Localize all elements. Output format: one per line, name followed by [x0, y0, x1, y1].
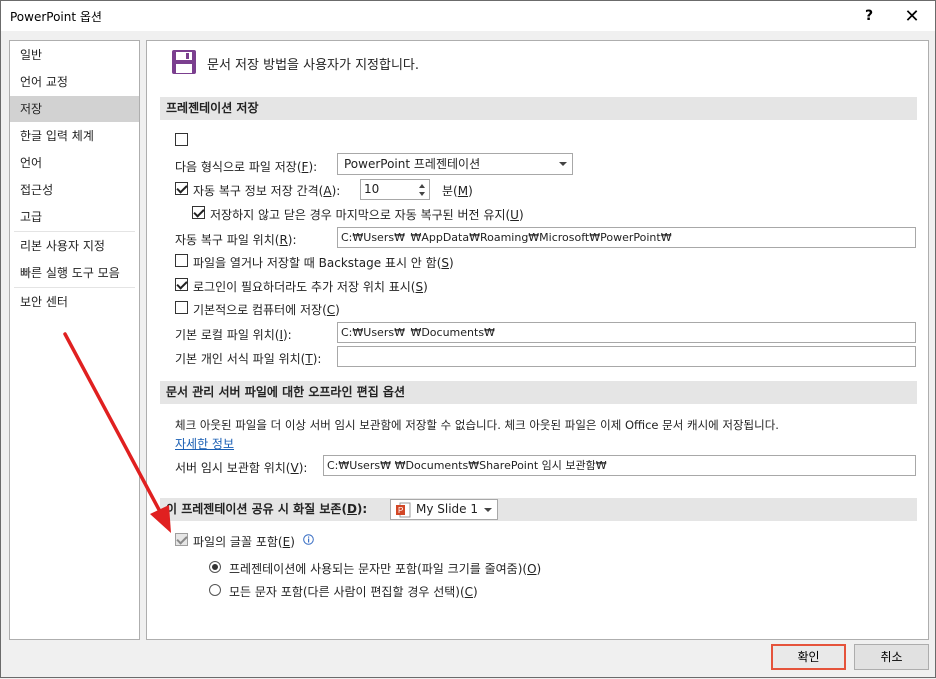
nav-item-proofing[interactable]: 언어 교정: [10, 69, 139, 95]
help-button[interactable]: ?: [847, 1, 891, 31]
local-path-input[interactable]: C:₩Users₩ ₩Documents₩: [337, 322, 916, 343]
autorecover-path-label: 자동 복구 파일 위치(R):: [175, 233, 297, 247]
save-to-computer-checkbox[interactable]: [175, 301, 188, 314]
template-path-input[interactable]: [337, 346, 916, 367]
autorecover-checkbox[interactable]: [175, 182, 188, 195]
category-nav: 일반 언어 교정 저장 한글 입력 체계 언어 접근성 고급 리본 사용자 지정…: [9, 40, 140, 640]
svg-text:P: P: [398, 506, 403, 515]
nav-item-save[interactable]: 저장: [10, 96, 139, 122]
embed-used-chars-radio[interactable]: [209, 561, 221, 573]
embed-fonts-checkbox[interactable]: [175, 533, 188, 546]
nav-item-korean-input[interactable]: 한글 입력 체계: [10, 123, 139, 149]
unlabeled-checkbox[interactable]: [175, 133, 188, 146]
section-save-presentations: 프레젠테이션 저장: [160, 97, 917, 120]
powerpoint-file-icon: P: [396, 502, 411, 518]
nav-item-accessibility[interactable]: 접근성: [10, 177, 139, 203]
minutes-label: 분(M): [442, 184, 473, 198]
additional-places-checkbox[interactable]: [175, 278, 188, 291]
no-backstage-label: 파일을 열거나 저장할 때 Backstage 표시 안 함(S): [193, 256, 454, 270]
no-backstage-checkbox[interactable]: [175, 254, 188, 267]
autorecover-minutes-value: 10: [364, 182, 380, 196]
ok-button[interactable]: 확인: [771, 644, 846, 670]
autorecover-label: 자동 복구 정보 저장 간격(A):: [193, 184, 341, 198]
save-icon: [172, 50, 196, 74]
fidelity-file-value: My Slide 1: [416, 502, 479, 516]
autorecover-path-input[interactable]: C:₩Users₩ ₩AppData₩Roaming₩Microsoft₩Pow…: [337, 227, 916, 248]
additional-places-label: 로그인이 필요하더라도 추가 저장 위치 표시(S): [193, 280, 428, 294]
nav-item-general[interactable]: 일반: [10, 42, 139, 68]
embed-used-chars-label: 프레젠테이션에 사용되는 문자만 포함(파일 크기를 줄여줌)(O): [229, 562, 542, 576]
options-dialog: PowerPoint 옵션 ? ✕ 일반 언어 교정 저장 한글 입력 체계 언…: [0, 0, 936, 678]
fidelity-file-dropdown[interactable]: P My Slide 1: [390, 499, 498, 520]
local-path-label: 기본 로컬 파일 위치(I):: [175, 328, 292, 342]
chevron-down-icon: [484, 508, 492, 512]
nav-item-language[interactable]: 언어: [10, 150, 139, 176]
drafts-path-input[interactable]: C:₩Users₩ ₩Documents₩SharePoint 임시 보관함₩: [323, 455, 916, 476]
page-header: 문서 저장 방법을 사용자가 지정합니다.: [207, 58, 420, 73]
window-title: PowerPoint 옵션: [10, 10, 102, 24]
title-bar: PowerPoint 옵션 ? ✕: [1, 1, 935, 31]
keep-last-autosaved-checkbox[interactable]: [192, 206, 205, 219]
nav-divider: [14, 287, 135, 288]
info-icon[interactable]: [303, 534, 314, 545]
embed-fonts-label: 파일의 글꼴 포함(E): [193, 535, 295, 549]
drafts-path-label: 서버 임시 보관함 위치(V):: [175, 461, 308, 475]
template-path-label: 기본 개인 서식 파일 위치(T):: [175, 352, 322, 366]
nav-item-customize-ribbon[interactable]: 리본 사용자 지정: [10, 233, 139, 259]
cancel-button[interactable]: 취소: [854, 644, 929, 670]
offline-note: 체크 아웃된 파일을 더 이상 서버 임시 보관함에 저장할 수 없습니다. 체…: [175, 418, 779, 432]
embed-all-chars-label: 모든 문자 포함(다른 사람이 편집할 경우 선택)(C): [229, 585, 478, 599]
chevron-down-icon: [559, 162, 567, 166]
save-to-computer-label: 기본적으로 컴퓨터에 저장(C): [193, 303, 340, 317]
save-format-value: PowerPoint 프레젠테이션: [344, 157, 481, 171]
nav-item-quick-access-toolbar[interactable]: 빠른 실행 도구 모음: [10, 260, 139, 286]
nav-divider: [14, 231, 135, 232]
spin-up-icon[interactable]: [419, 184, 425, 188]
options-content: 문서 저장 방법을 사용자가 지정합니다. 프레젠테이션 저장 다음 형식으로 …: [146, 40, 929, 640]
section-fidelity: 이 프레젠테이션 공유 시 화질 보존(D):: [160, 498, 917, 521]
close-button[interactable]: ✕: [890, 1, 934, 31]
autorecover-minutes-stepper[interactable]: 10: [360, 179, 430, 200]
embed-all-chars-radio[interactable]: [209, 584, 221, 596]
save-format-label: 다음 형식으로 파일 저장(F):: [175, 160, 318, 174]
nav-item-advanced[interactable]: 고급: [10, 204, 139, 230]
section-offline-editing: 문서 관리 서버 파일에 대한 오프라인 편집 옵션: [160, 381, 917, 404]
keep-last-autosaved-label: 저장하지 않고 닫은 경우 마지막으로 자동 복구된 버전 유지(U): [210, 208, 524, 222]
more-info-link[interactable]: 자세한 정보: [175, 435, 234, 452]
nav-item-trust-center[interactable]: 보안 센터: [10, 289, 139, 315]
save-format-dropdown[interactable]: PowerPoint 프레젠테이션: [337, 153, 573, 175]
spin-down-icon[interactable]: [419, 192, 425, 196]
